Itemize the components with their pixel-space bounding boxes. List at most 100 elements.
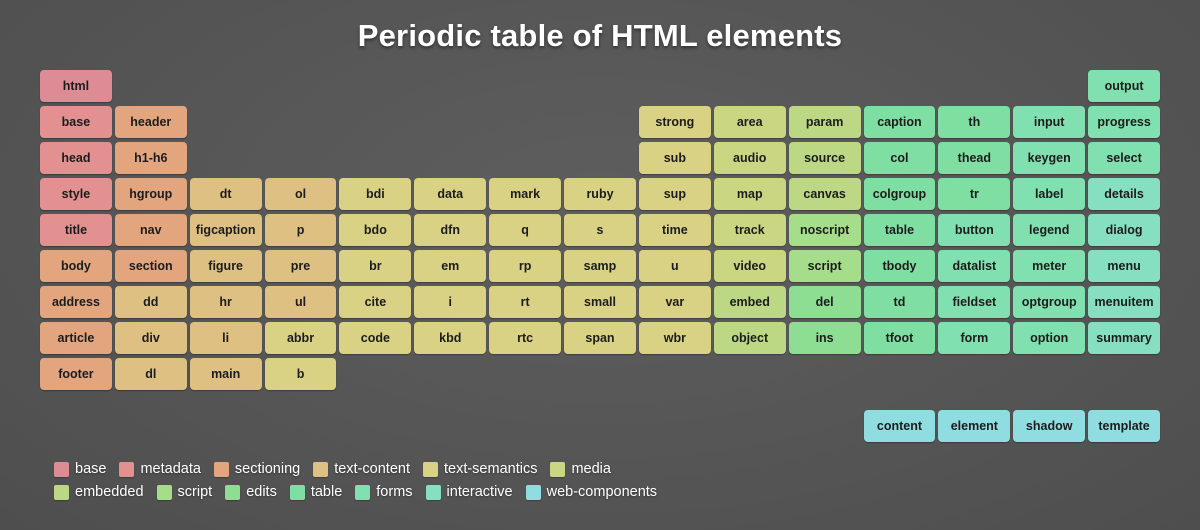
- element-cell-time[interactable]: time: [638, 214, 711, 246]
- element-cell-optgroup[interactable]: optgroup: [1013, 286, 1086, 318]
- element-cell-track[interactable]: track: [713, 214, 786, 246]
- element-cell-data[interactable]: data: [414, 178, 487, 210]
- element-cell-option[interactable]: option: [1013, 322, 1086, 354]
- element-cell-q[interactable]: q: [489, 214, 562, 246]
- element-cell-article[interactable]: article: [40, 322, 112, 354]
- element-cell-object[interactable]: object: [713, 322, 786, 354]
- element-cell-cite[interactable]: cite: [339, 286, 412, 318]
- element-cell-content[interactable]: content: [863, 410, 936, 442]
- element-cell-form[interactable]: form: [938, 322, 1011, 354]
- element-cell-col[interactable]: col: [863, 142, 936, 174]
- element-cell-del[interactable]: del: [788, 286, 861, 318]
- element-cell-noscript[interactable]: noscript: [788, 214, 861, 246]
- element-cell-mark[interactable]: mark: [489, 178, 562, 210]
- element-cell-li[interactable]: li: [189, 322, 262, 354]
- element-cell-video[interactable]: video: [713, 250, 786, 282]
- element-cell-em[interactable]: em: [414, 250, 487, 282]
- element-cell-tfoot[interactable]: tfoot: [863, 322, 936, 354]
- element-cell-address[interactable]: address: [40, 286, 112, 318]
- element-cell-header[interactable]: header: [114, 106, 187, 138]
- element-cell-body[interactable]: body: [40, 250, 112, 282]
- element-cell-pre[interactable]: pre: [264, 250, 337, 282]
- element-cell-ins[interactable]: ins: [788, 322, 861, 354]
- element-cell-dd[interactable]: dd: [114, 286, 187, 318]
- element-cell-p[interactable]: p: [264, 214, 337, 246]
- element-cell-title[interactable]: title: [40, 214, 112, 246]
- element-cell-param[interactable]: param: [788, 106, 861, 138]
- element-cell-base[interactable]: base: [40, 106, 112, 138]
- element-cell-legend[interactable]: legend: [1013, 214, 1086, 246]
- element-cell-caption[interactable]: caption: [863, 106, 936, 138]
- element-cell-figure[interactable]: figure: [189, 250, 262, 282]
- element-cell-label[interactable]: label: [1013, 178, 1086, 210]
- element-cell-sub[interactable]: sub: [638, 142, 711, 174]
- element-cell-colgroup[interactable]: colgroup: [863, 178, 936, 210]
- element-cell-rp[interactable]: rp: [489, 250, 562, 282]
- element-cell-th[interactable]: th: [938, 106, 1011, 138]
- element-cell-i[interactable]: i: [414, 286, 487, 318]
- element-cell-dialog[interactable]: dialog: [1088, 214, 1160, 246]
- element-cell-menu[interactable]: menu: [1088, 250, 1160, 282]
- element-cell-code[interactable]: code: [339, 322, 412, 354]
- element-cell-summary[interactable]: summary: [1088, 322, 1160, 354]
- element-cell-strong[interactable]: strong: [638, 106, 711, 138]
- element-cell-br[interactable]: br: [339, 250, 412, 282]
- element-cell-select[interactable]: select: [1088, 142, 1160, 174]
- element-cell-tbody[interactable]: tbody: [863, 250, 936, 282]
- element-cell-embed[interactable]: embed: [713, 286, 786, 318]
- element-cell-figcaption[interactable]: figcaption: [189, 214, 262, 246]
- element-cell-tr[interactable]: tr: [938, 178, 1011, 210]
- element-cell-small[interactable]: small: [564, 286, 636, 318]
- element-cell-head[interactable]: head: [40, 142, 112, 174]
- element-cell-bdi[interactable]: bdi: [339, 178, 412, 210]
- element-cell-shadow[interactable]: shadow: [1013, 410, 1086, 442]
- element-cell-samp[interactable]: samp: [564, 250, 636, 282]
- element-cell-span[interactable]: span: [564, 322, 636, 354]
- element-cell-datalist[interactable]: datalist: [938, 250, 1011, 282]
- element-cell-kbd[interactable]: kbd: [414, 322, 487, 354]
- element-cell-dfn[interactable]: dfn: [414, 214, 487, 246]
- element-cell-wbr[interactable]: wbr: [638, 322, 711, 354]
- element-cell-dl[interactable]: dl: [114, 358, 187, 390]
- element-cell-map[interactable]: map: [713, 178, 786, 210]
- element-cell-area[interactable]: area: [713, 106, 786, 138]
- element-cell-section[interactable]: section: [114, 250, 187, 282]
- element-cell-rt[interactable]: rt: [489, 286, 562, 318]
- element-cell-menuitem[interactable]: menuitem: [1088, 286, 1160, 318]
- element-cell-button[interactable]: button: [938, 214, 1011, 246]
- element-cell-element[interactable]: element: [938, 410, 1011, 442]
- element-cell-var[interactable]: var: [638, 286, 711, 318]
- element-cell-ul[interactable]: ul: [264, 286, 337, 318]
- element-cell-fieldset[interactable]: fieldset: [938, 286, 1011, 318]
- element-cell-meter[interactable]: meter: [1013, 250, 1086, 282]
- element-cell-div[interactable]: div: [114, 322, 187, 354]
- element-cell-sup[interactable]: sup: [638, 178, 711, 210]
- element-cell-h1-h6[interactable]: h1-h6: [114, 142, 187, 174]
- element-cell-bdo[interactable]: bdo: [339, 214, 412, 246]
- element-cell-output[interactable]: output: [1088, 70, 1160, 102]
- element-cell-thead[interactable]: thead: [938, 142, 1011, 174]
- element-cell-progress[interactable]: progress: [1088, 106, 1160, 138]
- element-cell-audio[interactable]: audio: [713, 142, 786, 174]
- element-cell-hr[interactable]: hr: [189, 286, 262, 318]
- element-cell-s[interactable]: s: [564, 214, 636, 246]
- element-cell-keygen[interactable]: keygen: [1013, 142, 1086, 174]
- element-cell-style[interactable]: style: [40, 178, 112, 210]
- element-cell-details[interactable]: details: [1088, 178, 1160, 210]
- element-cell-hgroup[interactable]: hgroup: [114, 178, 187, 210]
- element-cell-source[interactable]: source: [788, 142, 861, 174]
- element-cell-table[interactable]: table: [863, 214, 936, 246]
- element-cell-input[interactable]: input: [1013, 106, 1086, 138]
- element-cell-footer[interactable]: footer: [40, 358, 112, 390]
- element-cell-ol[interactable]: ol: [264, 178, 337, 210]
- element-cell-template[interactable]: template: [1088, 410, 1160, 442]
- element-cell-main[interactable]: main: [189, 358, 262, 390]
- element-cell-script[interactable]: script: [788, 250, 861, 282]
- element-cell-b[interactable]: b: [264, 358, 337, 390]
- element-cell-html[interactable]: html: [40, 70, 112, 102]
- element-cell-td[interactable]: td: [863, 286, 936, 318]
- element-cell-ruby[interactable]: ruby: [564, 178, 636, 210]
- element-cell-abbr[interactable]: abbr: [264, 322, 337, 354]
- element-cell-u[interactable]: u: [638, 250, 711, 282]
- element-cell-canvas[interactable]: canvas: [788, 178, 861, 210]
